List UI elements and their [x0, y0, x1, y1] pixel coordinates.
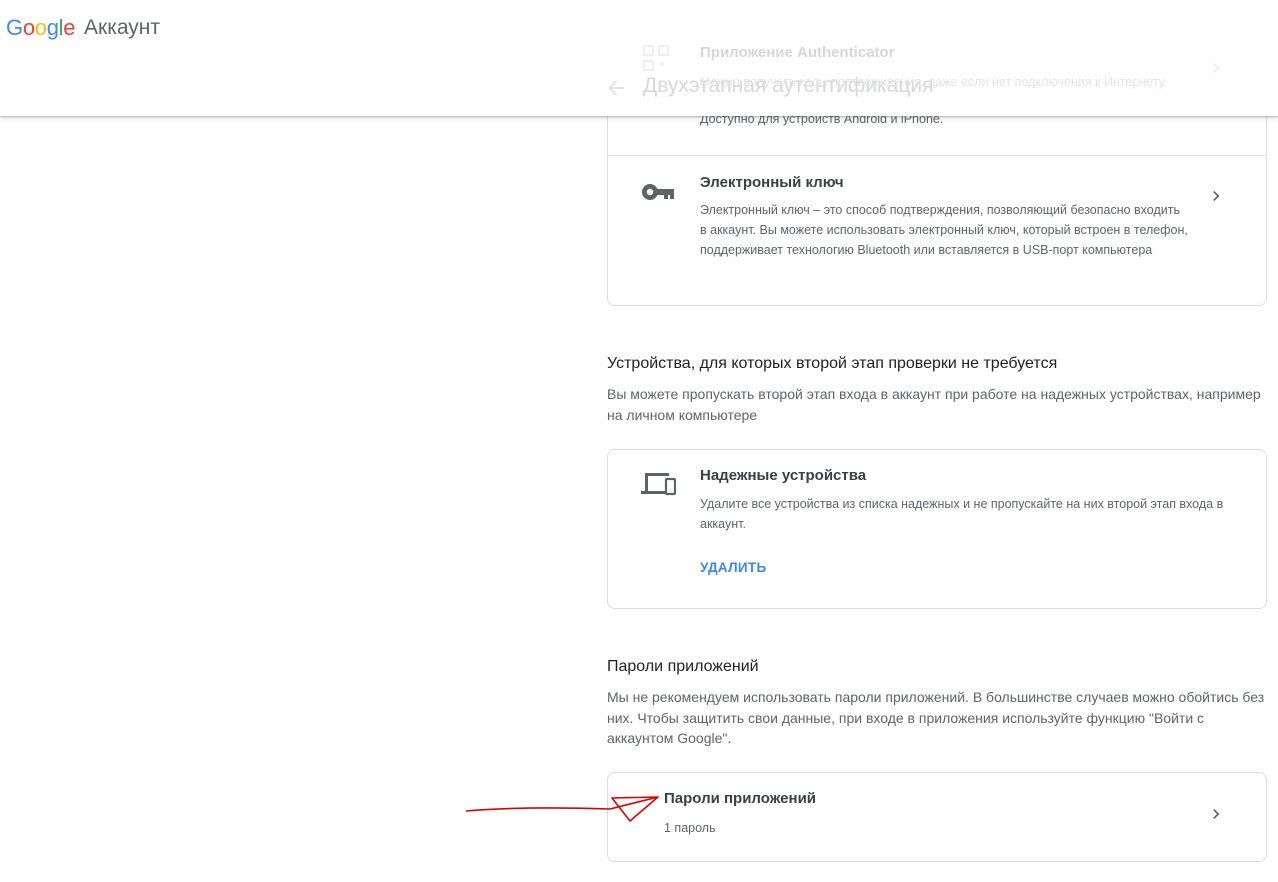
security-key-row[interactable]: Электронный ключ Электронный ключ – это …	[608, 156, 1266, 306]
devices-icon	[641, 473, 676, 496]
back-arrow-icon[interactable]	[604, 76, 628, 100]
chevron-right-icon	[1213, 191, 1220, 201]
product-name: Аккаунт	[84, 16, 161, 39]
app-passwords-count: 1 пароль	[664, 821, 716, 835]
trusted-devices-description: Удалите все устройства из списка надежны…	[700, 497, 1224, 531]
google-logo[interactable]: Google	[6, 15, 75, 41]
app-passwords-card[interactable]: Пароли приложений 1 пароль	[607, 772, 1267, 862]
top-app-bar: Google Аккаунт Двухэтапная аутентификаци…	[0, 0, 1278, 116]
trusted-section-description: Вы можете пропускать второй этап входа в…	[607, 386, 1261, 423]
app-passwords-section-title: Пароли приложений	[607, 658, 759, 675]
security-key-title: Электронный ключ	[700, 174, 844, 191]
chevron-right-icon	[1213, 809, 1220, 819]
second-step-methods-card: Доступно для устройств Android и iPhone.…	[607, 90, 1267, 306]
app-passwords-title: Пароли приложений	[664, 790, 817, 807]
key-icon	[642, 184, 674, 200]
app-passwords-section-description: Мы не рекомендуем использовать пароли пр…	[607, 689, 1265, 746]
trusted-section-title: Устройства, для которых второй этап пров…	[607, 355, 1058, 372]
trusted-devices-title: Надежные устройства	[700, 467, 867, 484]
page-title: Двухэтапная аутентификация	[643, 74, 934, 97]
remove-trusted-devices-button[interactable]: УДАЛИТЬ	[700, 560, 766, 575]
trusted-devices-card: Надежные устройства Удалите все устройст…	[607, 449, 1267, 609]
security-key-description: Электронный ключ – это способ подтвержде…	[700, 203, 1188, 257]
